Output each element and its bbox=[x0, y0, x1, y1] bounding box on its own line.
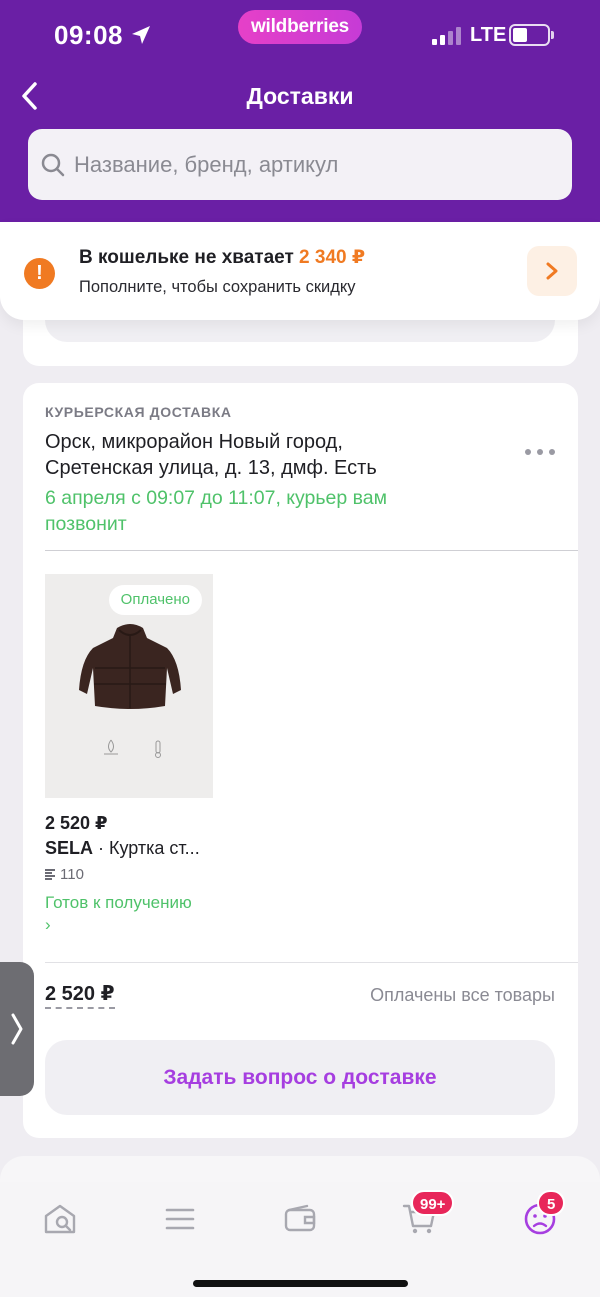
wallet-missing-amount: 2 340 ₽ bbox=[299, 247, 366, 268]
side-drawer-handle[interactable] bbox=[0, 962, 34, 1096]
pickup-status-link[interactable]: Готов к получению › bbox=[45, 892, 195, 936]
warning-icon: ! bbox=[24, 258, 55, 289]
delivery-card: КУРЬЕРСКАЯ ДОСТАВКА Орск, микрорайон Нов… bbox=[23, 383, 578, 1138]
chevron-right-icon bbox=[546, 262, 558, 280]
battery-icon bbox=[509, 24, 550, 46]
delivery-type-label: КУРЬЕРСКАЯ ДОСТАВКА bbox=[45, 404, 232, 420]
page-title: Доставки bbox=[246, 83, 354, 109]
delivery-address: Орск, микрорайон Новый город, Сретенская… bbox=[45, 431, 377, 479]
divider bbox=[45, 962, 578, 963]
payment-status: Оплачены все товары bbox=[370, 985, 555, 1005]
order-total[interactable]: 2 520 ₽ bbox=[45, 981, 115, 1009]
size-icon bbox=[45, 868, 55, 881]
brand-logo: wildberries bbox=[238, 10, 362, 44]
network-label: LTE bbox=[470, 24, 507, 46]
ask-delivery-question-button[interactable]: Задать вопрос о доставке bbox=[45, 1040, 555, 1115]
search-input[interactable] bbox=[74, 151, 554, 178]
wallet-notice-subtitle: Пополните, чтобы сохранить скидку bbox=[79, 278, 356, 296]
thermometer-icon bbox=[155, 740, 161, 758]
waterproof-icon bbox=[104, 739, 118, 755]
home-icon bbox=[44, 1204, 76, 1234]
paid-badge: Оплачено bbox=[108, 585, 202, 615]
divider bbox=[45, 550, 578, 551]
wallet-topup-button[interactable] bbox=[527, 246, 577, 296]
product-brand: SELA bbox=[45, 838, 94, 858]
tab-home[interactable] bbox=[38, 1199, 82, 1239]
product-size: 110 bbox=[45, 866, 84, 883]
location-arrow-icon bbox=[132, 26, 150, 44]
wallet-notice-title: В кошельке не хватает 2 340 ₽ bbox=[79, 247, 366, 268]
search-icon bbox=[41, 153, 65, 176]
product-image[interactable]: Оплачено bbox=[45, 574, 213, 798]
home-indicator bbox=[193, 1280, 408, 1287]
tab-wallet[interactable] bbox=[278, 1199, 322, 1239]
wallet-notice[interactable]: ! В кошельке не хватает 2 340 ₽ Пополнит… bbox=[0, 222, 600, 320]
header: 09:08 wildberries LTE Доставки bbox=[0, 0, 600, 222]
profile-badge: 5 bbox=[537, 1190, 566, 1216]
jacket-image bbox=[79, 624, 181, 709]
delivery-time: 6 апреля с 09:07 до 11:07, курьер вам по… bbox=[45, 487, 388, 535]
catalog-icon bbox=[165, 1208, 195, 1230]
more-options-button[interactable] bbox=[525, 449, 555, 459]
status-time: 09:08 bbox=[54, 20, 123, 50]
chevron-right-icon bbox=[11, 1013, 23, 1045]
cart-badge: 99+ bbox=[411, 1190, 455, 1216]
wallet-icon bbox=[284, 1204, 316, 1232]
product-price: 2 520 ₽ bbox=[45, 813, 108, 833]
tab-catalog[interactable] bbox=[158, 1199, 202, 1239]
signal-icon bbox=[432, 27, 464, 45]
search-bar[interactable] bbox=[28, 129, 572, 200]
product-name[interactable]: SELA · Куртка ст... bbox=[45, 838, 200, 859]
